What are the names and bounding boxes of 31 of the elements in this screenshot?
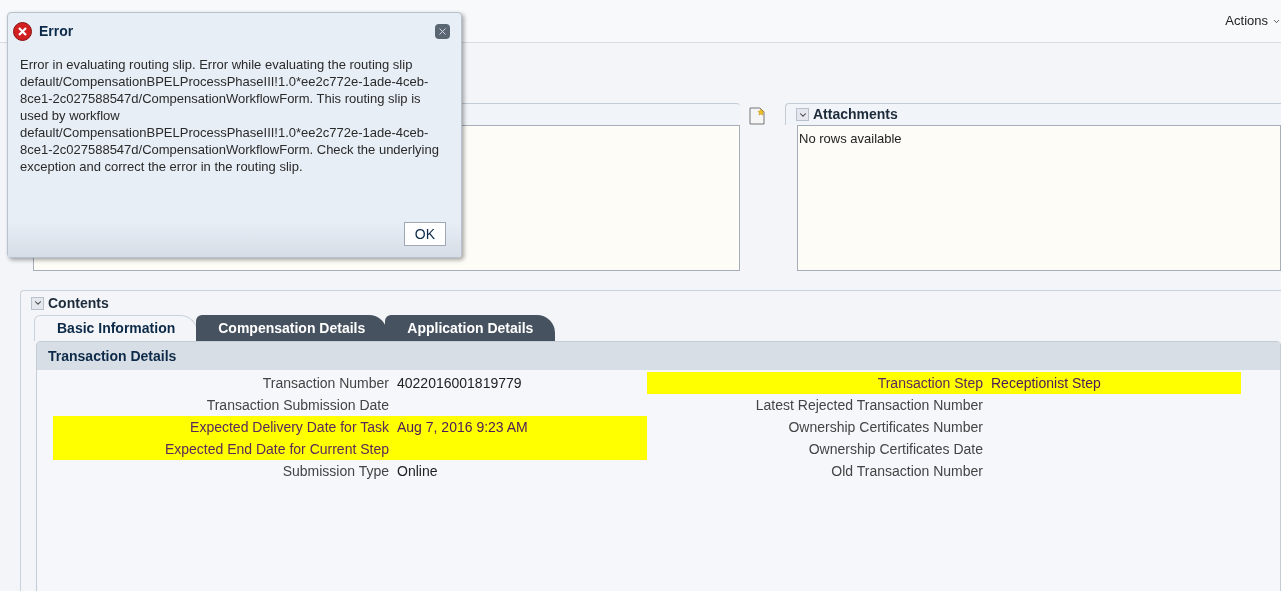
field-label: Old Transaction Number: [830, 461, 984, 481]
field-label: Transaction Step: [876, 373, 984, 393]
dialog-title: Error: [39, 22, 74, 41]
field-label: Expected Delivery Date for Task: [189, 417, 390, 437]
field-label: Submission Type: [281, 461, 390, 481]
error-icon: [13, 22, 32, 41]
empty-table-text: No rows available: [798, 131, 902, 146]
section-title: Contents: [48, 293, 109, 313]
field-label: Expected End Date for Current Step: [163, 439, 390, 459]
field-label: Transaction Number: [261, 373, 390, 393]
error-message: Error in evaluating routing slip. Error while evaluating the routing slip default/CompensationBPELProcessPhaseIII!1.0*ee2c772e-1ade-4ceb-8ce1-2c027588547d/CompensationWorkflowForm. This routing slip is used by workflow default/CompensationBPELProcessPhaseIII!1.0*ee2c772e-1ade-4ceb-8ce1-2c027588547d/CompensationWorkflowForm. Check the underlying exception and correct the error in the routing slip.: [19, 56, 440, 175]
close-button[interactable]: [435, 24, 450, 39]
add-note-icon[interactable]: [748, 107, 766, 125]
close-icon: [437, 26, 448, 37]
tab[interactable]: Basic Information: [34, 315, 199, 341]
collapse-toggle-icon[interactable]: [31, 296, 44, 310]
field-value: Receptionist Step: [991, 373, 1101, 393]
field-value: 4022016001819779: [397, 373, 522, 393]
field-label: Ownership Certificates Date: [807, 439, 984, 459]
field-value: Online: [397, 461, 438, 481]
actions-menu-button[interactable]: Actions: [1225, 11, 1281, 31]
tab[interactable]: Application Details: [385, 315, 556, 341]
panel-title: Attachments: [813, 105, 898, 124]
field-label: Ownership Certificates Number: [787, 417, 984, 437]
collapse-toggle-icon[interactable]: [796, 108, 809, 121]
tab[interactable]: Compensation Details: [196, 315, 388, 341]
field-value: Aug 7, 2016 9:23 AM: [397, 417, 528, 437]
field-label: Transaction Submission Date: [205, 395, 390, 415]
field-label: Latest Rejected Transaction Number: [754, 395, 984, 415]
panel-title: Transaction Details: [48, 346, 177, 366]
ok-button[interactable]: OK: [403, 222, 446, 246]
